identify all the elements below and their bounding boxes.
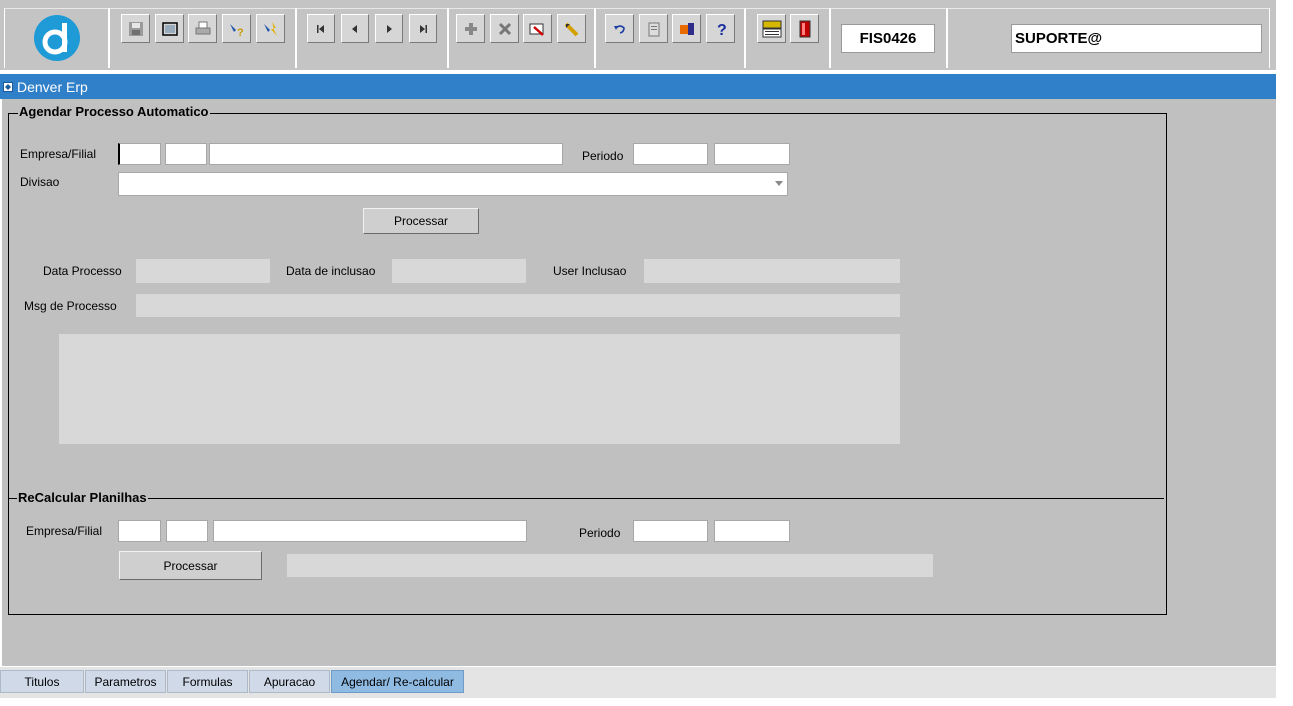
undo-button[interactable] — [605, 14, 634, 43]
window-title: Denver Erp — [17, 78, 88, 95]
empresa-name-input[interactable] — [209, 143, 563, 165]
toolbar: ? ? FIS0426 SUPORTE@ — [0, 0, 1276, 72]
empresa-code-input[interactable] — [118, 143, 161, 165]
data-inclusao-label: Data de inclusao — [286, 264, 376, 278]
execute-query-icon — [263, 21, 277, 36]
user-inclusao-label: User Inclusao — [553, 264, 627, 278]
help-query-button[interactable]: ? — [222, 14, 251, 43]
recalcular-frame-title: ReCalcular Planilhas — [17, 490, 148, 505]
window-button[interactable] — [155, 14, 184, 43]
msg-processo-field — [136, 294, 900, 317]
recalcular-processar-button[interactable]: Processar — [119, 551, 262, 580]
menu-button[interactable] — [757, 14, 786, 43]
first-record-button[interactable] — [307, 14, 335, 43]
svg-text:?: ? — [237, 27, 244, 38]
recalcular-periodo-start-input[interactable] — [633, 520, 708, 542]
recalcular-periodo-end-input[interactable] — [714, 520, 790, 542]
data-inclusao-field — [392, 259, 526, 283]
next-record-icon — [387, 24, 392, 33]
tab-titulos[interactable]: Titulos — [0, 670, 84, 693]
tab-apuracao[interactable]: Apuracao — [249, 670, 330, 693]
help-query-icon: ? — [229, 23, 244, 38]
menu-icon — [762, 20, 781, 37]
clear-record-icon — [564, 22, 578, 36]
recalcular-empresa-code-input[interactable] — [118, 520, 161, 542]
print-icon — [195, 21, 210, 34]
list-icon — [679, 22, 694, 35]
data-processo-field — [136, 259, 270, 283]
agendar-processar-button[interactable]: Processar — [363, 208, 479, 234]
window-titlebar: Denver Erp — [0, 74, 1276, 99]
tab-formulas[interactable]: Formulas — [167, 670, 248, 693]
delete-record-button[interactable] — [490, 14, 519, 43]
periodo-label: Periodo — [582, 149, 624, 163]
first-record-icon — [317, 24, 324, 33]
window-menu-icon[interactable] — [3, 81, 13, 92]
exit-button[interactable] — [790, 14, 819, 43]
filial-code-input[interactable] — [165, 143, 207, 165]
user-display: SUPORTE@ — [1011, 24, 1262, 53]
recalcular-empresa-name-input[interactable] — [213, 520, 527, 542]
form-canvas: Agendar Processo Automatico Empresa/Fili… — [0, 99, 1276, 666]
edit-record-button[interactable] — [523, 14, 552, 43]
svg-text:?: ? — [717, 22, 727, 38]
save-button[interactable] — [121, 14, 150, 43]
tab-bar: Titulos Parametros Formulas Apuracao Age… — [0, 666, 1276, 698]
denver-logo-icon — [34, 15, 80, 61]
question-button[interactable]: ? — [706, 14, 735, 43]
prev-record-icon — [352, 24, 357, 33]
agendar-frame-title: Agendar Processo Automatico — [18, 104, 210, 119]
tab-agendar-recalcular[interactable]: Agendar/ Re-calcular — [331, 670, 464, 693]
user-inclusao-field — [644, 259, 900, 283]
divisao-label: Divisao — [20, 175, 60, 189]
clipboard-button[interactable] — [639, 14, 668, 43]
msg-processo-label: Msg de Processo — [24, 299, 117, 313]
recalcular-filial-code-input[interactable] — [166, 520, 208, 542]
execute-query-button[interactable] — [256, 14, 285, 43]
recalcular-status-field — [287, 554, 933, 577]
insert-record-icon — [464, 22, 477, 35]
window-icon — [161, 21, 178, 36]
prev-record-button[interactable] — [341, 14, 369, 43]
list-button[interactable] — [672, 14, 701, 43]
data-processo-label: Data Processo — [43, 264, 122, 278]
recalcular-divider — [8, 498, 1164, 499]
last-record-icon — [420, 24, 427, 33]
clear-record-button[interactable] — [557, 14, 586, 43]
periodo-start-input[interactable] — [633, 143, 708, 165]
empresa-filial-label: Empresa/Filial — [20, 147, 97, 161]
chevron-down-icon — [775, 181, 783, 186]
insert-record-button[interactable] — [456, 14, 485, 43]
recalcular-empresa-filial-label: Empresa/Filial — [26, 524, 103, 538]
recalcular-periodo-label: Periodo — [579, 526, 621, 540]
delete-record-icon — [498, 22, 511, 35]
msg-processo-detail-area — [59, 334, 900, 444]
exit-icon — [799, 20, 810, 37]
periodo-end-input[interactable] — [714, 143, 790, 165]
print-button[interactable] — [188, 14, 217, 43]
divisao-select[interactable] — [118, 172, 788, 196]
save-icon — [128, 21, 143, 36]
form-code-display: FIS0426 — [841, 24, 935, 53]
clipboard-icon — [648, 22, 659, 36]
tab-parametros[interactable]: Parametros — [85, 670, 166, 693]
next-record-button[interactable] — [375, 14, 403, 43]
last-record-button[interactable] — [409, 14, 437, 43]
undo-icon — [613, 24, 625, 34]
question-icon: ? — [717, 22, 727, 38]
edit-record-icon — [529, 23, 544, 36]
